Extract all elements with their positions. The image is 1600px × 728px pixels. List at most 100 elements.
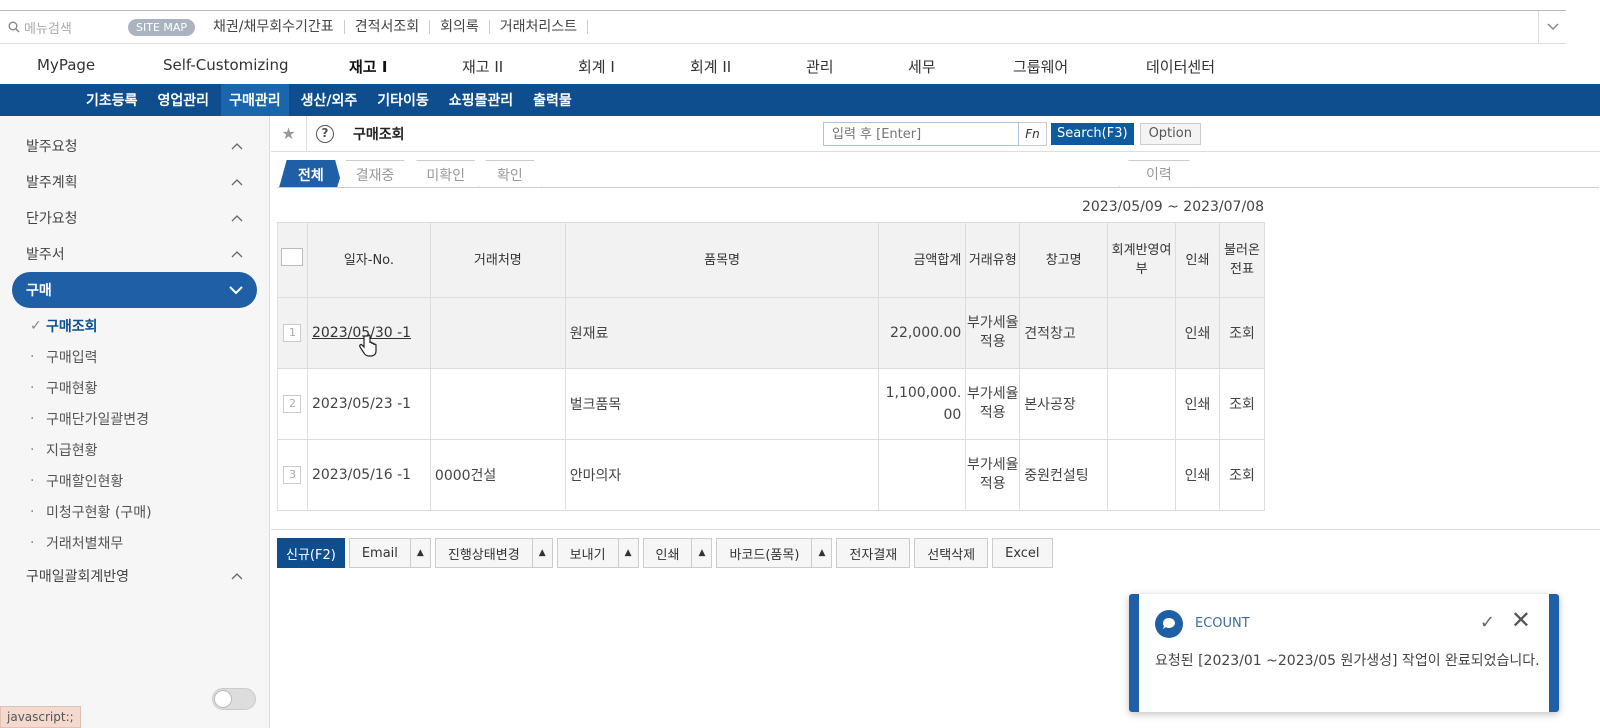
print-link[interactable]: 인쇄	[1175, 297, 1220, 369]
sub-nav-printouts[interactable]: 출력물	[525, 84, 580, 116]
sidebar-item-purchase-input[interactable]: · 구매입력	[0, 341, 269, 372]
col-warehouse[interactable]: 창고명	[1019, 222, 1109, 298]
tab-all[interactable]: 전체	[279, 160, 343, 188]
caret-up-icon[interactable]: ▲	[617, 539, 638, 567]
quick-link-2[interactable]: 견적서조회	[345, 20, 431, 34]
main-nav-data-center[interactable]: 데이터센터	[1146, 56, 1215, 77]
excel-button[interactable]: Excel	[992, 538, 1053, 568]
select-all-checkbox[interactable]	[281, 248, 304, 266]
sidebar-group-purchase[interactable]: 구매	[12, 272, 257, 308]
caret-up-icon[interactable]: ▲	[691, 539, 711, 567]
sub-nav-sales[interactable]: 영업관리	[150, 84, 218, 116]
main-nav-inventory-1[interactable]: 재고 I	[349, 56, 387, 77]
option-button[interactable]: Option	[1139, 123, 1201, 145]
print-link[interactable]: 인쇄	[1175, 368, 1220, 440]
table-row[interactable]: 1 2023/05/30 -1 원재료 22,000.00 부가세율 적용 견적…	[277, 297, 1266, 369]
date-link[interactable]: 2023/05/23 -1	[306, 368, 431, 440]
email-button[interactable]: Email ▲	[348, 538, 431, 568]
print-button[interactable]: 인쇄 ▲	[642, 538, 713, 568]
main-nav-management[interactable]: 관리	[806, 56, 834, 77]
help-icon[interactable]: ?	[307, 124, 343, 143]
caret-up-icon[interactable]: ▲	[531, 539, 552, 567]
quick-link-3[interactable]: 회의록	[430, 20, 490, 34]
toolbar: ★ ? 구매조회 Fn Search(F3) Option	[271, 115, 1600, 152]
quick-link-4[interactable]: 거래처리스트	[490, 20, 589, 34]
sub-nav-basic[interactable]: 기초등록	[78, 84, 146, 116]
load-link[interactable]: 조회	[1218, 439, 1266, 511]
col-type[interactable]: 거래유형	[965, 222, 1021, 298]
sidebar-group-po-plan[interactable]: 발주계획	[0, 164, 269, 200]
search-button[interactable]: Search(F3)	[1051, 123, 1134, 145]
new-button[interactable]: 신규(F2)	[277, 538, 345, 568]
status-change-button[interactable]: 진행상태변경 ▲	[434, 538, 553, 568]
tab-history[interactable]: 이력	[1119, 160, 1199, 188]
sidebar-item-label: 구매입력	[46, 349, 98, 366]
main-nav-mypage[interactable]: MyPage	[37, 56, 95, 74]
sub-nav-shopping-mall[interactable]: 쇼핑몰관리	[441, 84, 521, 116]
col-amount[interactable]: 금액합계	[878, 222, 967, 298]
row-number: 2	[283, 395, 302, 413]
bullet-icon: ·	[30, 472, 35, 489]
fn-button[interactable]: Fn	[1019, 122, 1047, 146]
main-nav-accounting-1[interactable]: 회계 I	[578, 56, 615, 77]
load-link[interactable]: 조회	[1218, 297, 1266, 369]
sidebar-toggle[interactable]	[212, 688, 256, 710]
table-row[interactable]: 3 2023/05/16 -1 0000건설 안마의자 부가세율 적용 중원컨설…	[277, 439, 1266, 511]
col-date-no[interactable]: 일자-No.	[306, 222, 431, 298]
print-link[interactable]: 인쇄	[1175, 439, 1220, 511]
main-nav-accounting-2[interactable]: 회계 II	[690, 56, 731, 77]
search-input[interactable]	[823, 122, 1019, 146]
sub-nav-production[interactable]: 생산/외주	[293, 84, 366, 116]
sub-nav-other-transfer[interactable]: 기타이동	[369, 84, 437, 116]
sidebar-item-unbilled-status[interactable]: · 미청구현황 (구매)	[0, 496, 269, 527]
sidebar-group-purchase-order[interactable]: 발주서	[0, 236, 269, 272]
sidebar-group-po-request[interactable]: 발주요청	[0, 128, 269, 164]
sidebar-item-purchase-view[interactable]: ✓ 구매조회	[0, 310, 269, 341]
delete-selected-button[interactable]: 선택삭제	[914, 538, 989, 568]
sidebar-group-label: 발주서	[26, 247, 65, 263]
main-nav-self-customizing[interactable]: Self-Customizing	[163, 56, 289, 74]
barcode-button[interactable]: 바코드(품목) ▲	[716, 538, 833, 568]
date-link[interactable]: 2023/05/16 -1	[306, 439, 431, 511]
sitemap-button[interactable]: SITE MAP	[128, 18, 196, 36]
table-header-row: 일자-No. 거래처명 품목명 금액합계 거래유형 창고명 회계반영여부 인쇄 …	[277, 222, 1266, 298]
tab-confirmed[interactable]: 확인	[478, 160, 542, 188]
caret-up-icon[interactable]: ▲	[811, 539, 831, 567]
sidebar-group-price-request[interactable]: 단가요청	[0, 200, 269, 236]
main-nav-tax[interactable]: 세무	[908, 56, 936, 77]
table-row[interactable]: 2 2023/05/23 -1 벌크품목 1,100,000.00 부가세율 적…	[277, 368, 1266, 440]
e-approval-button[interactable]: 전자결재	[836, 538, 911, 568]
sidebar-group-label: 단가요청	[26, 211, 78, 227]
select-all-cell[interactable]	[277, 222, 308, 298]
tab-unconfirmed[interactable]: 미확인	[407, 160, 485, 188]
warehouse-cell: 중원컨설팅	[1019, 439, 1109, 511]
main-nav-groupware[interactable]: 그룹웨어	[1013, 56, 1068, 77]
star-icon[interactable]: ★	[271, 115, 307, 152]
close-icon[interactable]: ✕	[1511, 608, 1531, 632]
col-item[interactable]: 품목명	[564, 222, 880, 298]
sidebar-item-discount-status[interactable]: · 구매할인현황	[0, 465, 269, 496]
acct-cell	[1107, 439, 1177, 511]
chevron-down-icon[interactable]	[1538, 11, 1566, 43]
col-load[interactable]: 불러온 전표	[1218, 222, 1266, 298]
print-label: 인쇄	[655, 547, 680, 563]
col-vendor[interactable]: 거래처명	[429, 222, 566, 298]
col-print[interactable]: 인쇄	[1175, 222, 1220, 298]
tab-in-approval[interactable]: 결재중	[336, 160, 414, 188]
sidebar-item-price-bulk-change[interactable]: · 구매단가일괄변경	[0, 403, 269, 434]
sub-nav-purchase[interactable]: 구매관리	[221, 84, 289, 116]
type-cell: 부가세율 적용	[965, 368, 1021, 440]
load-link[interactable]: 조회	[1218, 368, 1266, 440]
col-acct[interactable]: 회계반영여부	[1107, 222, 1177, 298]
sidebar-item-purchase-status[interactable]: · 구매현황	[0, 372, 269, 403]
sidebar-item-payment-status[interactable]: · 지급현황	[0, 434, 269, 465]
menu-search-input[interactable]: 메뉴검색	[0, 18, 120, 37]
caret-up-icon[interactable]: ▲	[409, 539, 430, 567]
send-button[interactable]: 보내기 ▲	[556, 538, 639, 568]
check-icon[interactable]: ✓	[1480, 612, 1495, 633]
quick-link-1[interactable]: 채권/채무회수기간표	[203, 20, 345, 34]
sidebar-group-bulk-accounting[interactable]: 구매일괄회계반영	[0, 558, 269, 594]
sidebar-item-vendor-payables[interactable]: · 거래처별채무	[0, 527, 269, 558]
status-change-label: 진행상태변경	[447, 547, 520, 563]
main-nav-inventory-2[interactable]: 재고 II	[462, 56, 503, 77]
